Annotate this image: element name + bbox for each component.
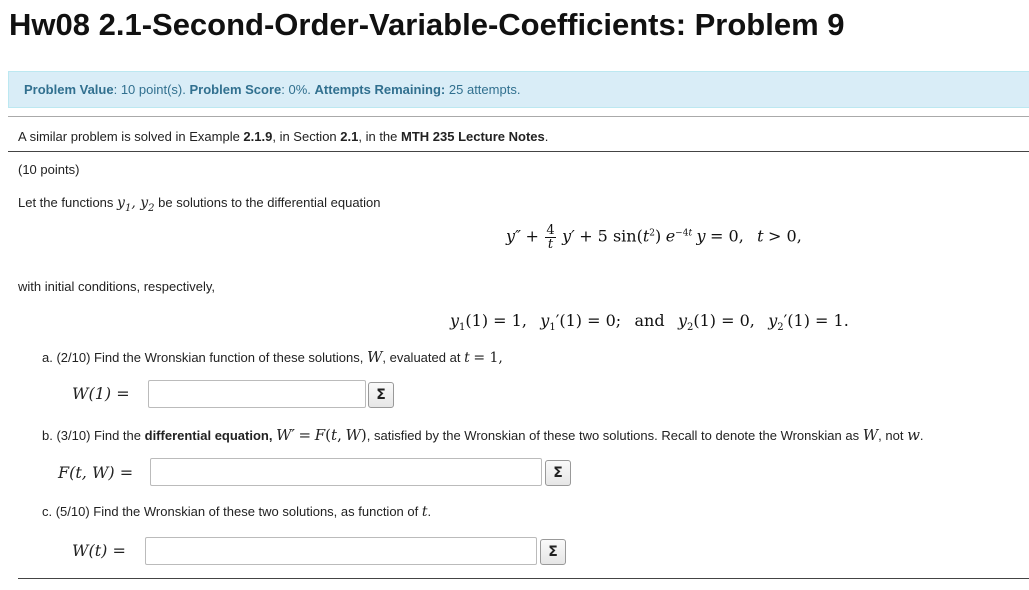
- equation-editor-button[interactable]: Σ: [545, 460, 571, 486]
- lecture-notes-link[interactable]: MTH 235 Lecture Notes: [401, 129, 545, 144]
- part-b-prompt: b. (3/10) Find the differential equation…: [42, 426, 924, 444]
- reference-line: A similar problem is solved in Example 2…: [18, 129, 548, 144]
- part-a-text-after: , evaluated at: [382, 350, 461, 365]
- part-a-answer-input[interactable]: [148, 380, 366, 408]
- part-b-answer-input[interactable]: [150, 458, 542, 486]
- part-a-label: W(1) =: [72, 384, 130, 403]
- page-title: Hw08 2.1-Second-Order-Variable-Coefficie…: [9, 7, 845, 42]
- part-c-prompt: c. (5/10) Find the Wronskian of these tw…: [42, 504, 432, 520]
- part-a-text: a. (2/10) Find the Wronskian function of…: [42, 350, 364, 365]
- reference-example: 2.1.9: [243, 129, 273, 144]
- part-b-bold: differential equation,: [144, 428, 273, 443]
- part-c-label: W(t) =: [72, 541, 126, 560]
- part-b-label: F(t, W) =: [58, 463, 134, 482]
- points-text: (10 points): [18, 162, 80, 177]
- problem-score-text: 0%.: [288, 82, 311, 97]
- equation-editor-button[interactable]: Σ: [540, 539, 566, 565]
- part-c-answer-input[interactable]: [145, 537, 537, 565]
- equation-editor-button[interactable]: Σ: [368, 382, 394, 408]
- differential-equation: y″ + 4t y′ + 5 sin(t2) e−4t y = 0, t > 0…: [506, 223, 802, 252]
- initial-conditions: y1(1) = 1, y1′(1) = 0; and y2(1) = 0, y2…: [450, 311, 849, 334]
- reference-mid2: , in the: [358, 129, 401, 144]
- attempts-remaining-label: Attempts Remaining:: [314, 82, 446, 97]
- part-a-prompt: a. (2/10) Find the Wronskian function of…: [42, 348, 503, 366]
- problem-score-label: Problem Score: [189, 82, 282, 97]
- part-b-text-after: , not: [878, 428, 904, 443]
- divider: [8, 151, 1029, 152]
- divider: [8, 116, 1029, 117]
- intro-after-text: be solutions to the differential equatio…: [158, 195, 381, 210]
- part-b-text: b. (3/10) Find the: [42, 428, 141, 443]
- y1-y2-symbols: y1, y2: [117, 195, 155, 214]
- reference-section: 2.1: [340, 129, 359, 144]
- intro-text: Let the functions: [18, 195, 114, 210]
- part-b-text-mid: , satisfied by the Wronskian of these tw…: [366, 428, 860, 443]
- problem-value-text: 10 point(s).: [120, 82, 186, 97]
- reference-prefix: A similar problem is solved in Example: [18, 129, 244, 144]
- reference-mid: , in Section: [272, 129, 341, 144]
- reference-suffix: .: [544, 129, 549, 144]
- part-c-text: c. (5/10) Find the Wronskian of these tw…: [42, 504, 419, 519]
- problem-value-label: Problem Value: [24, 82, 114, 97]
- problem-status-bar: Problem Value: 10 point(s). Problem Scor…: [8, 71, 1029, 108]
- intro-line: Let the functions y1, y2 be solutions to…: [18, 195, 381, 214]
- initial-conditions-intro: with initial conditions, respectively,: [18, 279, 216, 294]
- divider: [18, 578, 1029, 579]
- attempts-remaining-text: 25 attempts.: [448, 82, 521, 97]
